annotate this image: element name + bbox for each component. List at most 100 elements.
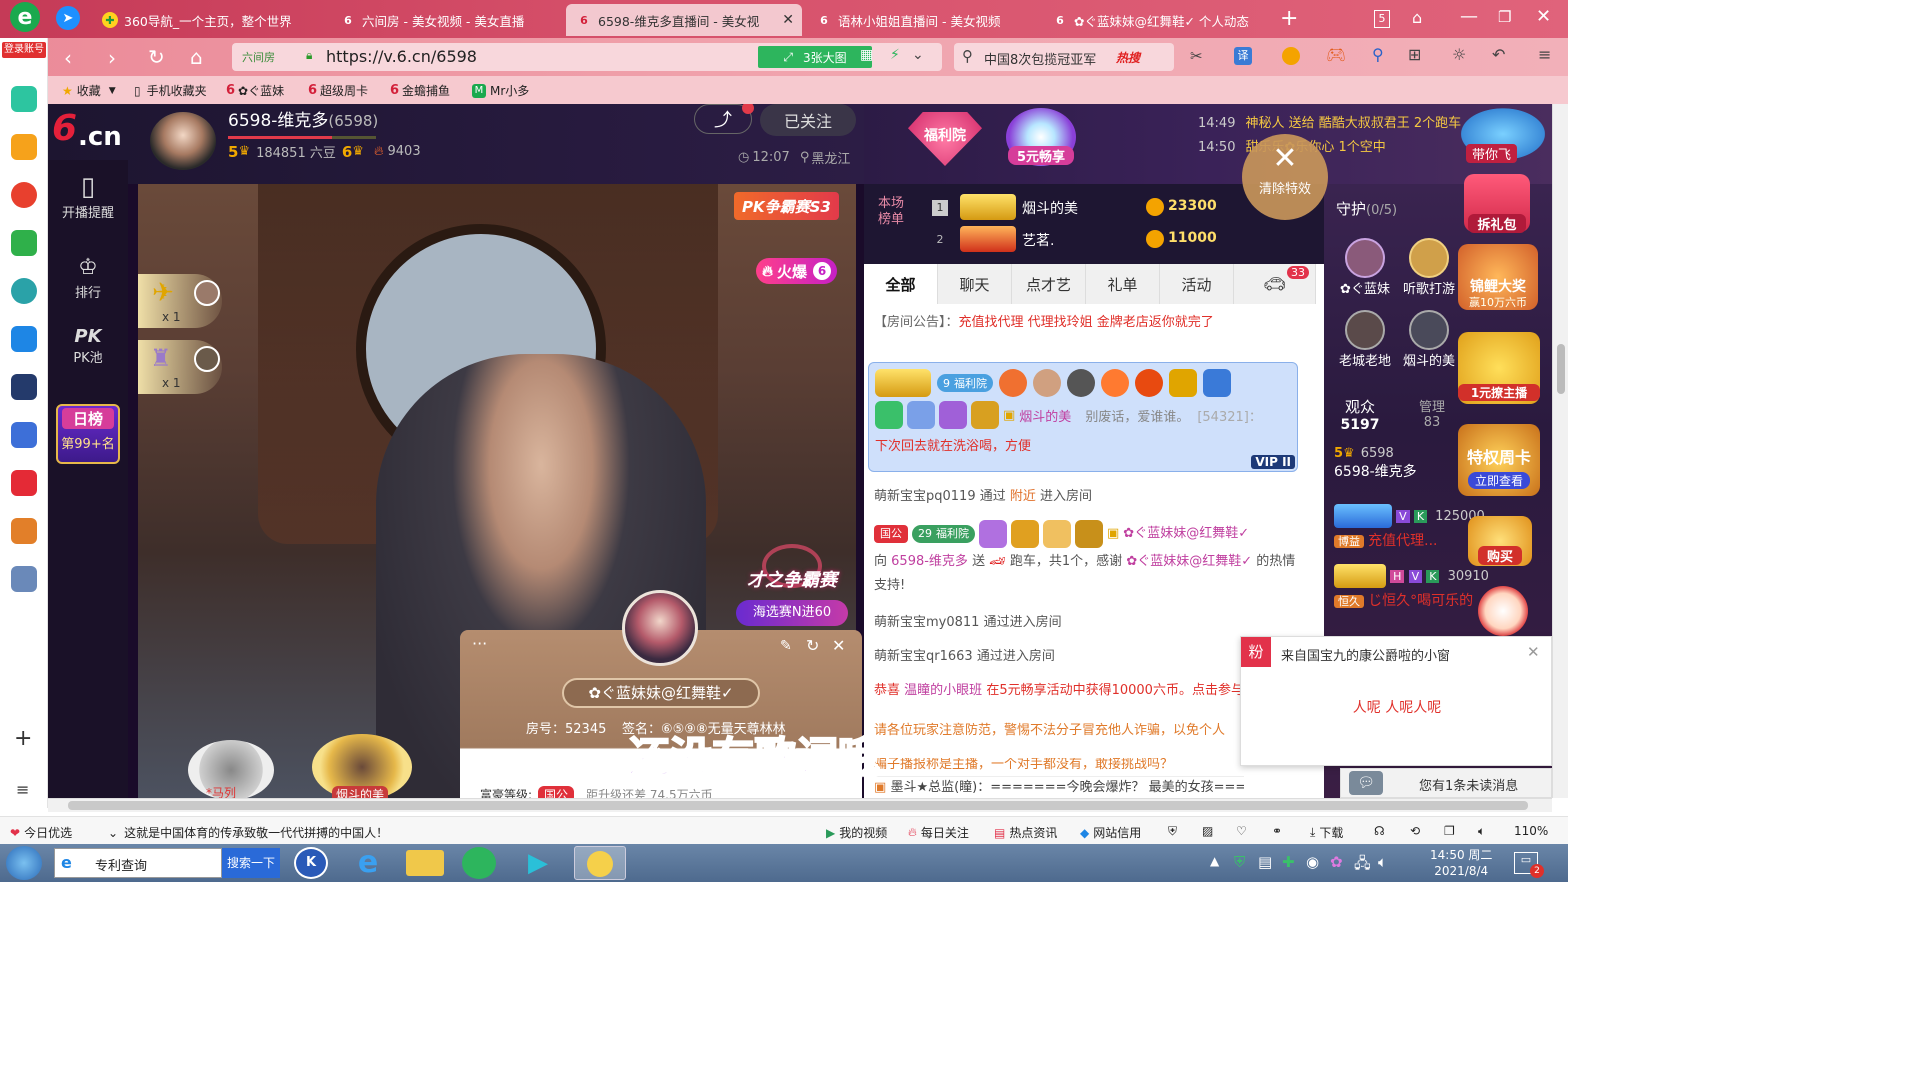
tray-doc-icon[interactable]: ▤ bbox=[1258, 853, 1272, 871]
game-icon[interactable] bbox=[11, 518, 37, 544]
browser-logo-icon[interactable]: e bbox=[10, 2, 40, 32]
xiaohongshu-icon[interactable] bbox=[11, 470, 37, 496]
shield-icon[interactable]: ⛨ bbox=[1168, 824, 1177, 839]
menu-icon[interactable]: ≡ bbox=[1538, 45, 1551, 64]
ranking-label[interactable]: 本场榜单 bbox=[878, 196, 910, 228]
scroll-thumb[interactable] bbox=[68, 801, 1528, 810]
refresh-icon[interactable]: ↻ bbox=[806, 636, 819, 655]
tab-count-badge[interactable]: 5 bbox=[1374, 10, 1390, 28]
nav-rank[interactable]: ♔ 排行 bbox=[52, 254, 124, 301]
lucky-cat-icon[interactable] bbox=[1478, 586, 1528, 636]
status-my-video[interactable]: ▶ 我的视频 bbox=[826, 824, 887, 841]
window-icon[interactable]: ❐ bbox=[1444, 824, 1455, 838]
brightness-icon[interactable]: ☼ bbox=[1452, 45, 1466, 64]
back-icon[interactable]: ‹ bbox=[64, 46, 72, 70]
login-account-button[interactable]: 登录账号 bbox=[2, 42, 46, 58]
sync-icon[interactable]: ⟲ bbox=[1410, 824, 1420, 838]
five-yuan-badge[interactable]: 5元畅享 bbox=[1006, 108, 1076, 166]
tab-6cn[interactable]: 6 六间房 - 美女视频 - 美女直播 bbox=[330, 4, 560, 36]
taskbar-player[interactable]: ▶ bbox=[520, 848, 556, 878]
link-icon[interactable]: ⚭ bbox=[1272, 824, 1282, 838]
gift-castle-badge[interactable]: ♜ x 1 bbox=[138, 340, 222, 394]
tab-activity[interactable]: 活动 bbox=[1160, 264, 1234, 304]
talent-contest-banner[interactable]: 才之争霸赛 海选赛N进60 bbox=[730, 544, 854, 634]
koi-promo[interactable]: 锦鲤大奖 赢10万六币 bbox=[1458, 244, 1538, 310]
speaker-icon[interactable]: 🔈︎ bbox=[1478, 824, 1485, 839]
tab-chat[interactable]: 聊天 bbox=[938, 264, 1012, 304]
forward-icon[interactable]: › bbox=[108, 46, 116, 70]
followed-button[interactable]: 已关注 bbox=[760, 104, 856, 136]
start-button[interactable] bbox=[6, 846, 42, 880]
gift-plane-badge[interactable]: ✈ x 1 bbox=[138, 274, 222, 328]
tab-lanmeimei[interactable]: 6 ✿ぐ蓝妹妹@红舞鞋✓ 个人动态 bbox=[1042, 4, 1266, 36]
weibo-icon[interactable] bbox=[11, 182, 37, 208]
scroll-thumb[interactable] bbox=[1557, 344, 1565, 394]
taskbar-360browser[interactable] bbox=[462, 847, 496, 879]
taskbar-k-app[interactable]: K bbox=[294, 847, 328, 879]
admin-count[interactable]: 管理 83 bbox=[1404, 396, 1460, 430]
vertical-scrollbar[interactable] bbox=[1552, 104, 1568, 798]
taskbar-search-button[interactable]: 搜索一下 bbox=[222, 848, 280, 878]
taskbar-folder[interactable] bbox=[406, 850, 444, 876]
close-icon[interactable]: ✕ bbox=[1527, 643, 1540, 661]
bigpic-button[interactable]: ⤢ 3张大图 bbox=[758, 46, 872, 68]
translate-button[interactable]: 译 bbox=[1234, 47, 1252, 65]
refresh-icon[interactable]: ↻ bbox=[148, 45, 165, 69]
gamepad-icon[interactable]: 🎮︎ bbox=[1326, 45, 1346, 64]
status-hot-news[interactable]: ▤ 热点资讯 bbox=[994, 824, 1057, 841]
special-card-promo[interactable]: 特权周卡 立即查看 bbox=[1458, 424, 1540, 496]
p-app-icon[interactable] bbox=[11, 326, 37, 352]
heart-outline-icon[interactable]: ♡ bbox=[1236, 824, 1247, 838]
bookmark-favorites[interactable]: ★ 收藏 ▼ bbox=[62, 82, 116, 99]
home-icon[interactable]: ⌂ bbox=[190, 45, 203, 69]
news-icon[interactable] bbox=[11, 374, 37, 400]
popup-avatar[interactable] bbox=[622, 590, 698, 666]
audience-count[interactable]: 观众 5197 bbox=[1332, 396, 1388, 433]
search-input[interactable]: ⚲ 中国8次包揽冠亚军 热搜 bbox=[954, 43, 1174, 71]
nav-daily-rank[interactable]: 日榜 第99+名 bbox=[56, 404, 120, 464]
tab-talent[interactable]: 点才艺 bbox=[1012, 264, 1086, 304]
tray-shield-icon[interactable]: ⛨ bbox=[1234, 853, 1245, 871]
tab-gift-list[interactable]: 礼单 bbox=[1086, 264, 1160, 304]
bottom-avatar-2[interactable]: 烟斗的美 bbox=[312, 734, 412, 798]
tray-speaker-icon[interactable]: 🔈︎ bbox=[1378, 853, 1387, 871]
coin-icon[interactable] bbox=[1282, 47, 1300, 65]
chevron-down-icon[interactable]: ⌄ bbox=[912, 47, 924, 63]
tab-all[interactable]: 全部 bbox=[864, 264, 938, 304]
bookmark-weekcard[interactable]: 6 超级周卡 bbox=[308, 82, 368, 99]
headset-icon[interactable]: ☊ bbox=[1374, 824, 1385, 838]
apps-grid-icon[interactable]: ⊞ bbox=[1408, 45, 1421, 64]
guard-title[interactable]: 守护(0/5) bbox=[1336, 198, 1397, 219]
magnifier-icon[interactable]: ⚲ bbox=[1372, 45, 1384, 64]
bookmark-fishing[interactable]: 6 金蟾捕鱼 bbox=[390, 82, 450, 99]
doc-icon[interactable] bbox=[11, 422, 37, 448]
hot-badge[interactable]: 🔥︎ 火爆 6 bbox=[756, 258, 838, 284]
tray-up-icon[interactable]: ▲ bbox=[1210, 854, 1219, 868]
vip-message[interactable]: 9 福利院 ▣ 烟斗的美 别废话，爱谁谁。 [54321]： 下次回去就在洗浴喝，… bbox=[868, 362, 1298, 472]
scissors-icon[interactable]: ✂ bbox=[1190, 47, 1203, 65]
buy-button[interactable]: 购买 bbox=[1468, 516, 1532, 566]
add-app-icon[interactable]: + bbox=[14, 726, 32, 751]
close-window-icon[interactable]: ✕ bbox=[1536, 6, 1551, 27]
tray-app-icon[interactable]: ◉ bbox=[1306, 853, 1319, 871]
mail-icon[interactable] bbox=[11, 230, 37, 256]
bolt-icon[interactable]: ⚡ bbox=[890, 47, 900, 63]
status-site-credit[interactable]: ◆ 网站信用 bbox=[1080, 824, 1141, 841]
tab-360-nav[interactable]: ✚ 360导航_一个主页，整个世界 bbox=[92, 4, 322, 36]
tray-plus-icon[interactable]: ✚ bbox=[1282, 853, 1295, 871]
viewer-self[interactable]: 5♛ 6598 6598-维克多 bbox=[1334, 446, 1417, 481]
fly-promo[interactable]: 带你飞 bbox=[1454, 104, 1552, 164]
horizontal-scrollbar[interactable] bbox=[48, 798, 1552, 812]
undo-icon[interactable]: ↶ bbox=[1492, 45, 1505, 64]
rank-row-2[interactable]: 2 艺茗. 11000 bbox=[932, 226, 1332, 254]
unread-bar[interactable]: 💬︎ 您有1条未读消息 bbox=[1340, 768, 1552, 798]
close-tab-icon[interactable]: ✕ bbox=[782, 12, 794, 28]
taskbar-search-box[interactable]: e 专利查询 bbox=[54, 848, 222, 878]
guard-user-2[interactable]: 听歌打游 bbox=[1398, 238, 1460, 297]
edit-icon[interactable]: ✎ bbox=[780, 638, 792, 654]
tray-clock[interactable]: 14:50 周二 2021/8/4 bbox=[1430, 847, 1492, 879]
guard-user-1[interactable]: ✿ぐ蓝妹 bbox=[1334, 238, 1396, 297]
bookmark-mobile[interactable]: ▯ 手机收藏夹 bbox=[134, 82, 207, 99]
game2-icon[interactable] bbox=[11, 566, 37, 592]
tab-6598-room[interactable]: 6 6598-维克多直播间 - 美女视 ✕ bbox=[566, 4, 802, 36]
